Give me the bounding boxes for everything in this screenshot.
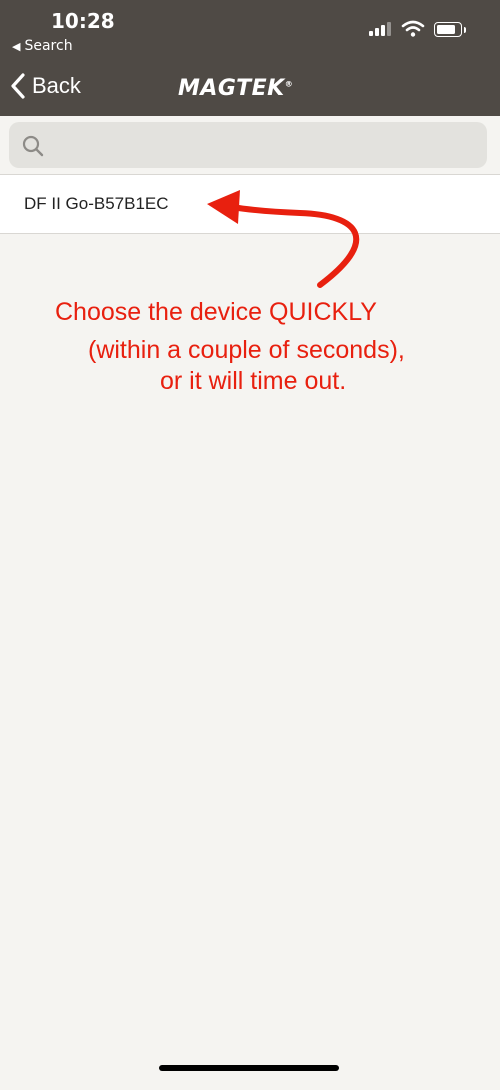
brand-logo: MAGTEK® [178, 76, 294, 101]
back-label: Back [32, 73, 81, 98]
search-field[interactable] [9, 122, 487, 168]
device-name: DF II Go-B57B1EC [24, 194, 169, 213]
annotation-line-1: Choose the device QUICKLY [55, 298, 377, 326]
top-bar: 10:28 ◀ Search Back MAGTEK® [0, 0, 500, 116]
chevron-left-icon [11, 73, 25, 99]
search-icon [22, 135, 44, 157]
search-input[interactable] [53, 130, 477, 162]
search-bar [0, 116, 500, 174]
annotation-line-3: or it will time out. [160, 367, 347, 395]
annotation-line-2: (within a couple of seconds), [88, 336, 405, 364]
status-time: 10:28 [51, 9, 115, 33]
status-back-label: Search [24, 38, 73, 54]
wifi-icon [401, 20, 425, 37]
back-button[interactable]: Back [10, 70, 81, 102]
back-triangle-icon: ◀ [12, 40, 21, 53]
battery-icon [434, 22, 466, 37]
device-list-item[interactable]: DF II Go-B57B1EC [0, 174, 500, 234]
home-indicator[interactable] [159, 1065, 339, 1071]
cellular-signal-icon [369, 22, 391, 36]
status-back-to-search[interactable]: ◀ Search [12, 38, 73, 54]
